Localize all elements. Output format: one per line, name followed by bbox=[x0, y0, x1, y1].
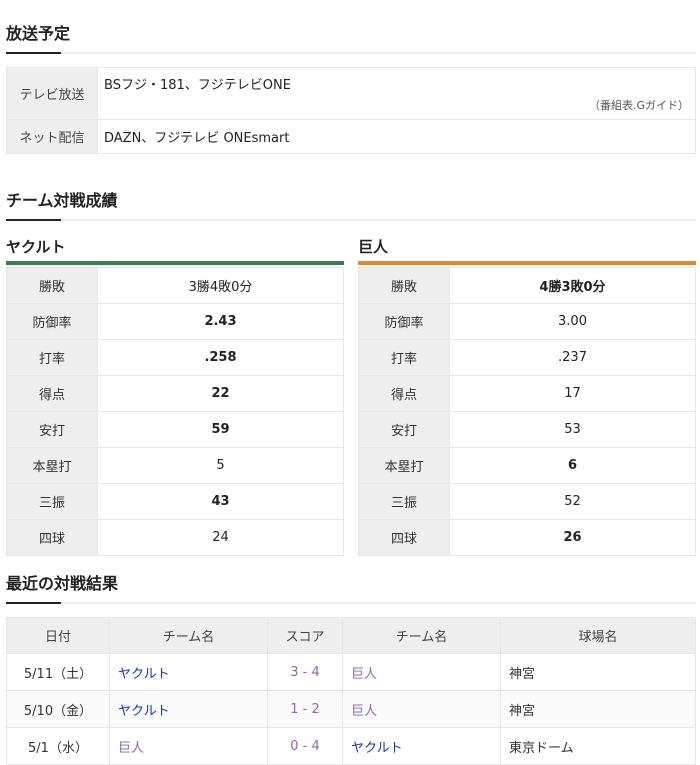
stat-label: 安打 bbox=[358, 411, 450, 448]
tv-value: BSフジ・181、フジテレビONE bbox=[104, 78, 291, 93]
stat-value: 3勝4敗0分 bbox=[97, 267, 344, 304]
stat-label: 勝敗 bbox=[6, 267, 98, 304]
table-row: 5/10（金） ヤクルト 1 - 2 巨人 神宮 bbox=[6, 690, 696, 728]
stat-value: 2.43 bbox=[97, 303, 344, 340]
team-name-giants: 巨人 bbox=[358, 238, 389, 256]
stat-value: .258 bbox=[97, 339, 344, 376]
stat-label: 打率 bbox=[6, 339, 98, 376]
stat-row: 四球 24 bbox=[6, 519, 344, 556]
team-link[interactable]: 巨人 bbox=[342, 653, 501, 691]
recent-results-table: 日付 チーム名 スコア チーム名 球場名 5/11（土） ヤクルト 3 - 4 … bbox=[6, 617, 696, 765]
stat-label: 得点 bbox=[358, 375, 450, 412]
broadcast-title: 放送予定 bbox=[6, 24, 71, 43]
table-row: 5/1（水） 巨人 0 - 4 ヤクルト 東京ドーム bbox=[6, 727, 696, 765]
stat-row: 安打 59 bbox=[6, 411, 344, 448]
net-label: ネット配信 bbox=[6, 119, 98, 154]
stat-value: 52 bbox=[449, 483, 696, 520]
team-name-yakult: ヤクルト bbox=[6, 238, 66, 256]
stat-row: 四球 26 bbox=[358, 519, 696, 556]
team-link[interactable]: ヤクルト bbox=[109, 690, 268, 728]
stat-row: 安打 53 bbox=[358, 411, 696, 448]
divider bbox=[6, 219, 696, 221]
stat-label: 四球 bbox=[358, 519, 450, 556]
team-color-bar bbox=[6, 261, 344, 265]
header-date: 日付 bbox=[6, 617, 110, 654]
stat-row: 得点 22 bbox=[6, 375, 344, 412]
team-link[interactable]: ヤクルト bbox=[109, 653, 268, 691]
stat-label: 安打 bbox=[6, 411, 98, 448]
date: 5/1（水） bbox=[6, 727, 110, 765]
stat-label: 防御率 bbox=[358, 303, 450, 340]
score-link[interactable]: 1 - 2 bbox=[267, 690, 343, 728]
stat-row: 本塁打 6 bbox=[358, 447, 696, 484]
date: 5/10（金） bbox=[6, 690, 110, 728]
stat-row: 本塁打 5 bbox=[6, 447, 344, 484]
stat-label: 防御率 bbox=[6, 303, 98, 340]
stat-label: 本塁打 bbox=[6, 447, 98, 484]
stat-label: 三振 bbox=[358, 483, 450, 520]
stat-value: 3.00 bbox=[449, 303, 696, 340]
stat-value: 5 bbox=[97, 447, 344, 484]
stat-row: 防御率 3.00 bbox=[358, 303, 696, 340]
header-team: チーム名 bbox=[109, 617, 268, 654]
stat-label: 打率 bbox=[358, 339, 450, 376]
table-row: 5/11（土） ヤクルト 3 - 4 巨人 神宮 bbox=[6, 653, 696, 691]
stat-row: 得点 17 bbox=[358, 375, 696, 412]
stadium: 東京ドーム bbox=[500, 727, 696, 765]
team-link[interactable]: 巨人 bbox=[109, 727, 268, 765]
yakult-stats-table: 勝敗 3勝4敗0分 防御率 2.43 打率 .258 得点 22 安打 59 本塁打 5 三振 43 四球 2… bbox=[6, 267, 344, 556]
team-link[interactable]: 巨人 bbox=[342, 690, 501, 728]
score-link[interactable]: 0 - 4 bbox=[267, 727, 343, 765]
net-value: DAZN、フジテレビ ONEsmart bbox=[97, 119, 696, 154]
stat-value: 24 bbox=[97, 519, 344, 556]
tv-label: テレビ放送 bbox=[6, 67, 98, 120]
recent-title: 最近の対戦結果 bbox=[6, 574, 119, 593]
stadium: 神宮 bbox=[500, 690, 696, 728]
stat-value: 4勝3敗0分 bbox=[449, 267, 696, 304]
stat-label: 本塁打 bbox=[358, 447, 450, 484]
stat-row: 打率 .258 bbox=[6, 339, 344, 376]
record-title: チーム対戦成績 bbox=[6, 191, 118, 210]
stat-value: 26 bbox=[449, 519, 696, 556]
stat-value: 17 bbox=[449, 375, 696, 412]
divider bbox=[6, 52, 696, 54]
stat-label: 得点 bbox=[6, 375, 98, 412]
stat-value: 53 bbox=[449, 411, 696, 448]
divider bbox=[6, 602, 696, 604]
score-link[interactable]: 3 - 4 bbox=[267, 653, 343, 691]
stat-label: 四球 bbox=[6, 519, 98, 556]
stat-row: 勝敗 4勝3敗0分 bbox=[358, 267, 696, 304]
header-team: チーム名 bbox=[342, 617, 501, 654]
stat-row: 打率 .237 bbox=[358, 339, 696, 376]
stadium: 神宮 bbox=[500, 653, 696, 691]
broadcast-table: テレビ放送 BSフジ・181、フジテレビONE （番組表.Gガイド） ネット配信 DA… bbox=[6, 67, 696, 154]
header-score: スコア bbox=[267, 617, 343, 654]
stat-value: .237 bbox=[449, 339, 696, 376]
stat-row: 防御率 2.43 bbox=[6, 303, 344, 340]
giants-stats-table: 勝敗 4勝3敗0分 防御率 3.00 打率 .237 得点 17 安打 53 本塁打 6 三振 52 四球 2… bbox=[358, 267, 696, 556]
stat-value: 43 bbox=[97, 483, 344, 520]
team-link[interactable]: ヤクルト bbox=[342, 727, 501, 765]
program-guide-link[interactable]: （番組表.Gガイド） bbox=[104, 97, 689, 113]
stat-value: 22 bbox=[97, 375, 344, 412]
stat-label: 三振 bbox=[6, 483, 98, 520]
stat-row: 勝敗 3勝4敗0分 bbox=[6, 267, 344, 304]
team-color-bar bbox=[358, 261, 696, 265]
stat-label: 勝敗 bbox=[358, 267, 450, 304]
header-stadium: 球場名 bbox=[500, 617, 696, 654]
stat-value: 6 bbox=[449, 447, 696, 484]
stat-row: 三振 43 bbox=[6, 483, 344, 520]
stat-value: 59 bbox=[97, 411, 344, 448]
date: 5/11（土） bbox=[6, 653, 110, 691]
stat-row: 三振 52 bbox=[358, 483, 696, 520]
